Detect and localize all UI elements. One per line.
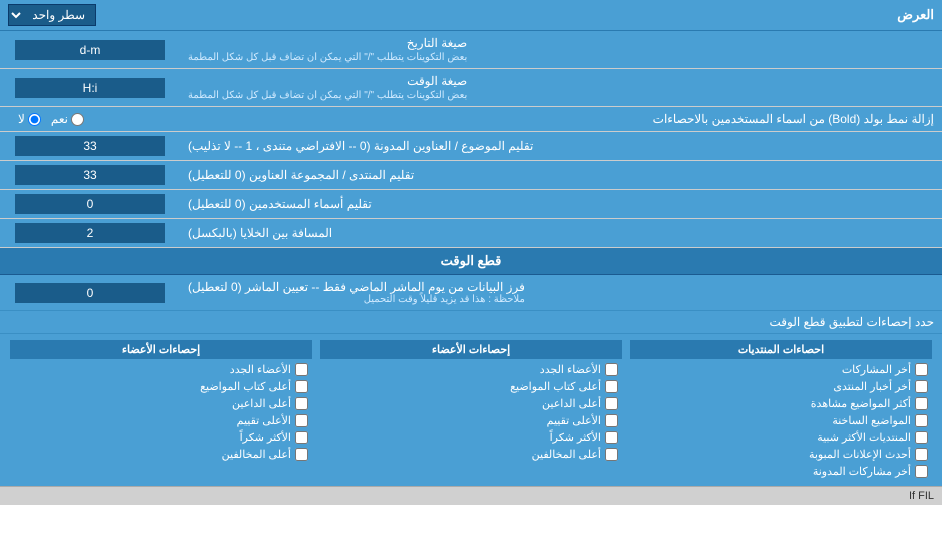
usernames-input[interactable] bbox=[15, 194, 165, 214]
radio-yes-label[interactable]: نعم bbox=[51, 112, 84, 126]
page-wrapper: العرض سطر واحد سطران ثلاثة أسطر صيغة الت… bbox=[0, 0, 942, 505]
stat-checkbox-1-4[interactable] bbox=[915, 414, 928, 427]
stat-checkbox-1-7[interactable] bbox=[915, 465, 928, 478]
spacing-input-container bbox=[0, 219, 180, 247]
stat-item-2-2: أعلى كتاب المواضيع bbox=[320, 378, 622, 395]
stat-item-3-2: أعلى كتاب المواضيع bbox=[10, 378, 312, 395]
header-label: العرض bbox=[897, 7, 934, 23]
cutoff-input[interactable] bbox=[15, 283, 165, 303]
col1-header: احصاءات المنتديات bbox=[630, 340, 932, 359]
stat-checkbox-2-5[interactable] bbox=[605, 431, 618, 444]
display-select[interactable]: سطر واحد سطران ثلاثة أسطر bbox=[8, 4, 96, 26]
bold-radio-group: نعم لا bbox=[8, 112, 84, 126]
threads-input-container bbox=[0, 132, 180, 160]
cutoff-input-container bbox=[0, 275, 180, 310]
stat-item-3-5: الأكثر شكراً bbox=[10, 429, 312, 446]
time-format-row: صيغة الوقت بعض التكوينات يتطلب "/" التي … bbox=[0, 69, 942, 107]
stat-item-2-4: الأعلى تقييم bbox=[320, 412, 622, 429]
threads-input[interactable] bbox=[15, 136, 165, 156]
stat-checkbox-2-1[interactable] bbox=[605, 363, 618, 376]
stats-col-2: إحصاءات الأعضاء الأعضاء الجدد أعلى كتاب … bbox=[316, 340, 626, 480]
spacing-label: المسافة بين الخلايا (بالبكسل) bbox=[180, 219, 942, 247]
stat-checkbox-2-2[interactable] bbox=[605, 380, 618, 393]
stat-checkbox-3-3[interactable] bbox=[295, 397, 308, 410]
stat-item-1-5: المنتديات الأكثر شبية bbox=[630, 429, 932, 446]
date-format-label: صيغة التاريخ بعض التكوينات يتطلب "/" الت… bbox=[180, 31, 942, 68]
stat-checkbox-1-6[interactable] bbox=[915, 448, 928, 461]
stats-bottom-section: احصاءات المنتديات أخر المشاركات أخر أخبا… bbox=[0, 334, 942, 486]
forum-label: تقليم المنتدى / المجموعة العناوين (0 للت… bbox=[180, 161, 942, 189]
stat-item-2-5: الأكثر شكراً bbox=[320, 429, 622, 446]
stats-col-3: إحصاءات الأعضاء الأعضاء الجدد أعلى كتاب … bbox=[6, 340, 316, 480]
stat-checkbox-2-6[interactable] bbox=[605, 448, 618, 461]
stat-checkbox-3-5[interactable] bbox=[295, 431, 308, 444]
time-format-label: صيغة الوقت بعض التكوينات يتطلب "/" التي … bbox=[180, 69, 942, 106]
stat-item-2-3: أعلى الداعين bbox=[320, 395, 622, 412]
stat-item-3-6: أعلى المخالفين bbox=[10, 446, 312, 463]
limit-label: حدد إحصاءات لتطبيق قطع الوقت bbox=[8, 315, 934, 329]
stat-item-1-4: المواضيع الساخنة bbox=[630, 412, 932, 429]
stat-item-1-7: أخر مشاركات المدونة bbox=[630, 463, 932, 480]
usernames-label: تقليم أسماء المستخدمين (0 للتعطيل) bbox=[180, 190, 942, 218]
forum-row: تقليم المنتدى / المجموعة العناوين (0 للت… bbox=[0, 161, 942, 190]
cutoff-label: فرز البيانات من يوم الماشر الماضي فقط --… bbox=[180, 275, 942, 310]
header-row: العرض سطر واحد سطران ثلاثة أسطر bbox=[0, 0, 942, 31]
stat-item-1-6: أحدث الإعلانات المبوبة bbox=[630, 446, 932, 463]
radio-no[interactable] bbox=[28, 113, 41, 126]
stat-checkbox-3-6[interactable] bbox=[295, 448, 308, 461]
time-format-input-container bbox=[0, 69, 180, 106]
forum-input[interactable] bbox=[15, 165, 165, 185]
stat-checkbox-3-2[interactable] bbox=[295, 380, 308, 393]
bold-remove-row: إزالة نمط بولد (Bold) من اسماء المستخدمي… bbox=[0, 107, 942, 132]
spacing-row: المسافة بين الخلايا (بالبكسل) bbox=[0, 219, 942, 248]
usernames-input-container bbox=[0, 190, 180, 218]
stat-checkbox-1-1[interactable] bbox=[915, 363, 928, 376]
stat-checkbox-1-5[interactable] bbox=[915, 431, 928, 444]
stat-item-2-1: الأعضاء الجدد bbox=[320, 361, 622, 378]
stat-item-1-3: أكثر المواضيع مشاهدة bbox=[630, 395, 932, 412]
stat-checkbox-1-3[interactable] bbox=[915, 397, 928, 410]
stat-checkbox-2-4[interactable] bbox=[605, 414, 618, 427]
stat-item-2-6: أعلى المخالفين bbox=[320, 446, 622, 463]
forum-input-container bbox=[0, 161, 180, 189]
limit-row: حدد إحصاءات لتطبيق قطع الوقت bbox=[0, 311, 942, 334]
stat-item-3-1: الأعضاء الجدد bbox=[10, 361, 312, 378]
date-format-row: صيغة التاريخ بعض التكوينات يتطلب "/" الت… bbox=[0, 31, 942, 69]
stat-item-3-3: أعلى الداعين bbox=[10, 395, 312, 412]
time-cutoff-header: قطع الوقت bbox=[0, 248, 942, 275]
col2-header: إحصاءات الأعضاء bbox=[320, 340, 622, 359]
radio-yes[interactable] bbox=[71, 113, 84, 126]
stat-item-1-1: أخر المشاركات bbox=[630, 361, 932, 378]
stats-grid: احصاءات المنتديات أخر المشاركات أخر أخبا… bbox=[6, 340, 936, 480]
stat-checkbox-2-3[interactable] bbox=[605, 397, 618, 410]
stats-col-1: احصاءات المنتديات أخر المشاركات أخر أخبا… bbox=[626, 340, 936, 480]
stat-item-3-4: الأعلى تقييم bbox=[10, 412, 312, 429]
stat-checkbox-1-2[interactable] bbox=[915, 380, 928, 393]
spacing-input[interactable] bbox=[15, 223, 165, 243]
cutoff-row: فرز البيانات من يوم الماشر الماضي فقط --… bbox=[0, 275, 942, 311]
stat-checkbox-3-4[interactable] bbox=[295, 414, 308, 427]
time-format-input[interactable] bbox=[15, 78, 165, 98]
stat-checkbox-3-1[interactable] bbox=[295, 363, 308, 376]
footer-note: If FIL bbox=[0, 486, 942, 505]
threads-row: تقليم الموضوع / العناوين المدونة (0 -- ا… bbox=[0, 132, 942, 161]
bold-remove-label: إزالة نمط بولد (Bold) من اسماء المستخدمي… bbox=[84, 112, 934, 126]
usernames-row: تقليم أسماء المستخدمين (0 للتعطيل) bbox=[0, 190, 942, 219]
threads-label: تقليم الموضوع / العناوين المدونة (0 -- ا… bbox=[180, 132, 942, 160]
date-format-input-container bbox=[0, 31, 180, 68]
radio-no-label[interactable]: لا bbox=[18, 112, 41, 126]
footer-note-text: If FIL bbox=[909, 490, 934, 502]
col3-header: إحصاءات الأعضاء bbox=[10, 340, 312, 359]
stat-item-1-2: أخر أخبار المنتدى bbox=[630, 378, 932, 395]
date-format-input[interactable] bbox=[15, 40, 165, 60]
